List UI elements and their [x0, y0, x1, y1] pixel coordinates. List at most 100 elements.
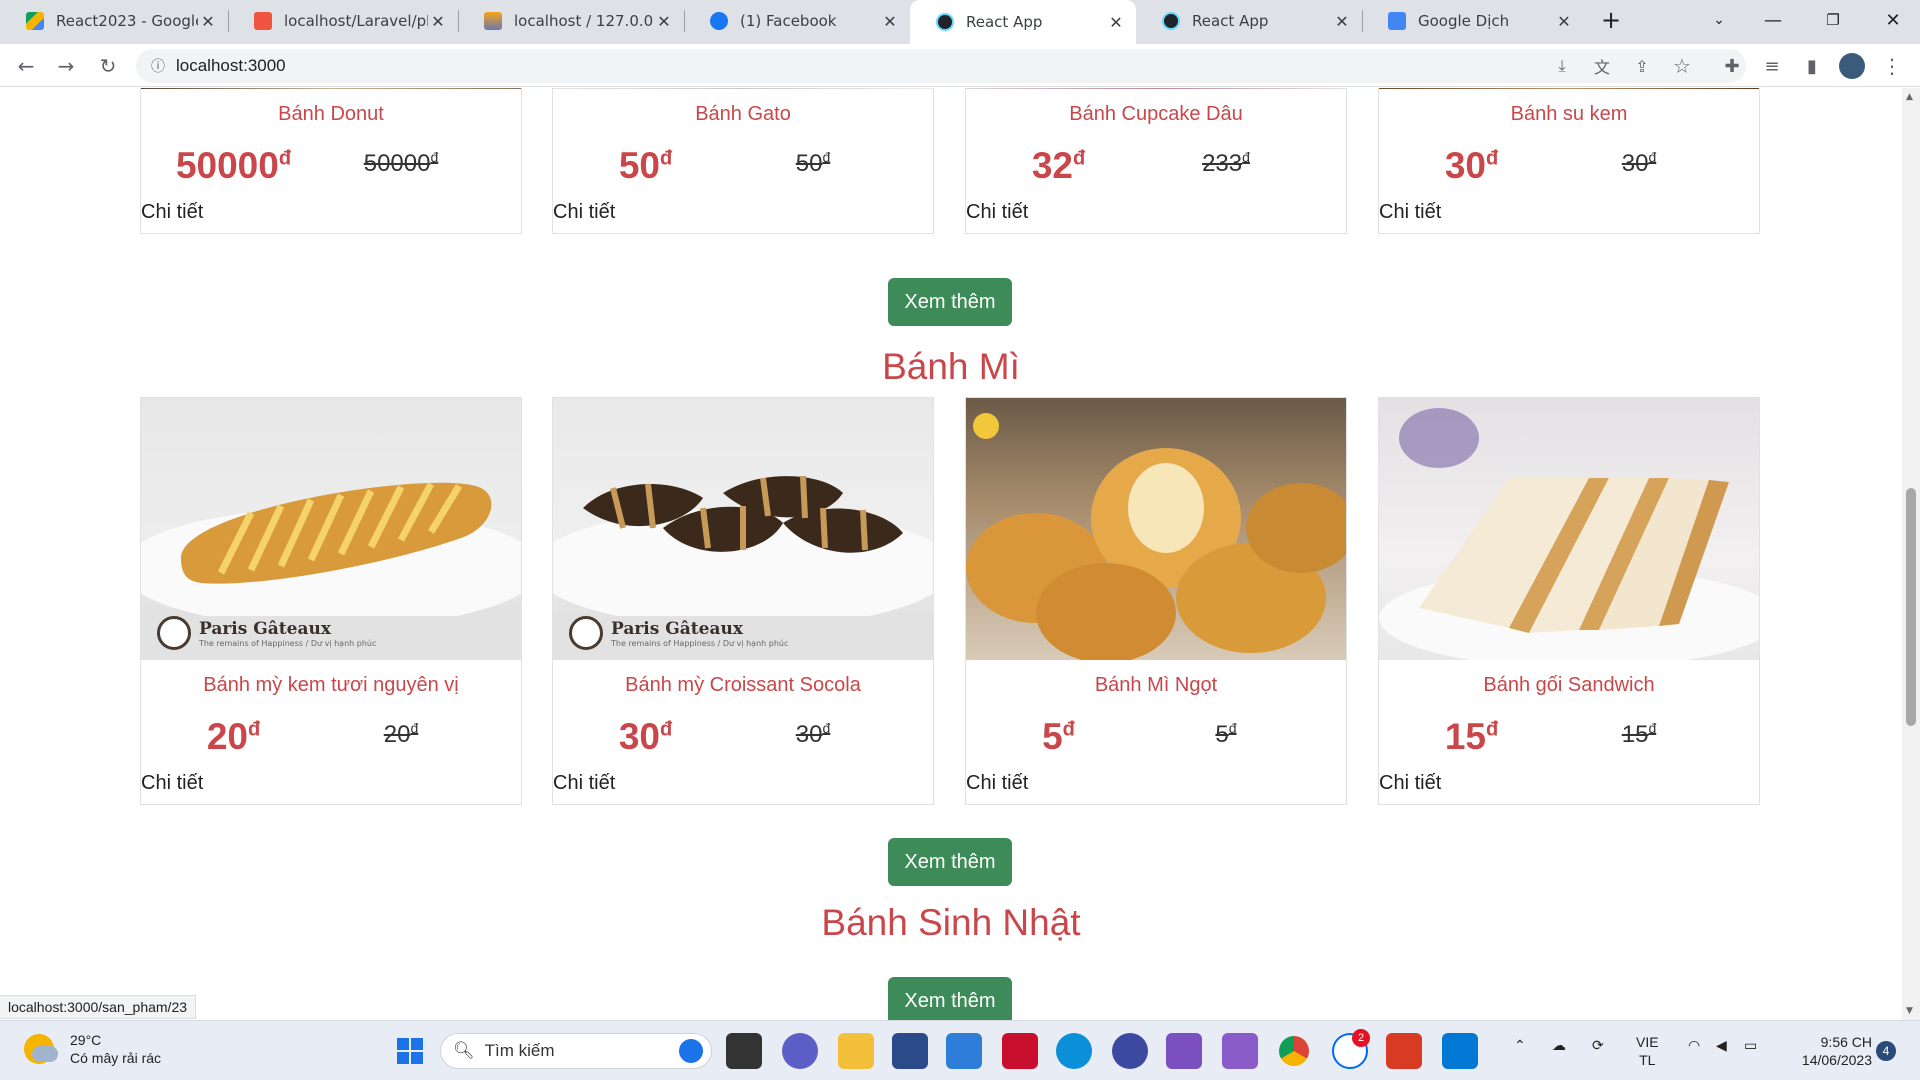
scrollbar-thumb[interactable] — [1906, 488, 1916, 726]
product-card[interactable]: Bánh gối Sandwich 15đ 15đ Chi tiết — [1378, 397, 1760, 805]
reload-icon[interactable]: ↻ — [92, 50, 124, 82]
start-windows-icon[interactable] — [392, 1033, 428, 1069]
close-icon[interactable]: ✕ — [1554, 12, 1574, 31]
bing-icon[interactable] — [679, 1039, 703, 1063]
side-panel-icon[interactable]: ▮ — [1796, 50, 1828, 82]
app-icon[interactable] — [1112, 1033, 1148, 1069]
sync-icon[interactable]: ⟳ — [1592, 1037, 1604, 1054]
detail-link[interactable]: Chi tiết — [1379, 772, 1759, 804]
detail-link[interactable]: Chi tiết — [553, 201, 933, 233]
visual-studio-icon[interactable] — [1222, 1033, 1258, 1069]
onedrive-icon[interactable]: ☁ — [1552, 1037, 1566, 1054]
tab-react-app-active[interactable]: React App ✕ — [910, 0, 1136, 44]
scroll-down-arrow-icon[interactable]: ▼ — [1906, 1006, 1913, 1016]
share-icon[interactable]: ⇪ — [1626, 50, 1658, 82]
search-icon: 🔍︎ — [453, 1041, 475, 1060]
old-price: 5đ — [1215, 720, 1237, 748]
forward-arrow-icon[interactable]: → — [50, 50, 82, 82]
site-info-icon[interactable]: ⓘ — [140, 56, 176, 76]
teams-chat-icon[interactable] — [782, 1033, 818, 1069]
close-window-icon[interactable]: ✕ — [1870, 0, 1916, 40]
clock-time: 9:56 CH — [1820, 1034, 1872, 1050]
notification-count[interactable]: 4 — [1876, 1041, 1896, 1061]
product-card[interactable]: Paris Gâteaux The remains of Happiness /… — [552, 397, 934, 805]
extensions-icon[interactable]: ✚ — [1716, 50, 1748, 82]
chrome-icon[interactable] — [1276, 1033, 1312, 1069]
wps-office-icon[interactable] — [1386, 1033, 1422, 1069]
lang-sub: TL — [1639, 1052, 1656, 1068]
install-app-icon[interactable]: ⤓ — [1546, 50, 1578, 82]
detail-link[interactable]: Chi tiết — [141, 201, 521, 233]
back-arrow-icon[interactable]: ← — [10, 50, 42, 82]
restore-icon[interactable]: ❐ — [1810, 0, 1856, 40]
product-name[interactable]: Bánh gối Sandwich — [1379, 660, 1759, 710]
close-icon[interactable]: ✕ — [198, 12, 218, 31]
clock[interactable]: 9:56 CH 14/06/2023 — [1776, 1033, 1872, 1069]
task-view-icon[interactable] — [726, 1033, 762, 1069]
app-icon[interactable] — [892, 1033, 928, 1069]
product-card[interactable]: Bánh su kem 30đ 30đ Chi tiết — [1378, 88, 1760, 234]
detail-link[interactable]: Chi tiết — [966, 772, 1346, 804]
product-name[interactable]: Bánh mỳ kem tươi nguyên vị — [141, 660, 521, 710]
address-bar[interactable]: ⓘ localhost:3000 — [136, 49, 1746, 83]
tab-phpmyadmin[interactable]: localhost / 127.0.0.1 / ✕ — [458, 0, 684, 42]
battery-icon[interactable]: ▭ — [1744, 1037, 1757, 1054]
see-more-button[interactable]: Xem thêm — [888, 977, 1012, 1020]
taskbar-search[interactable]: 🔍︎ Tìm kiếm — [440, 1033, 712, 1069]
product-name[interactable]: Bánh mỳ Croissant Socola — [553, 660, 933, 710]
tab-react2023-drive[interactable]: React2023 - Google Dr ✕ — [0, 0, 228, 42]
detail-link[interactable]: Chi tiết — [141, 772, 521, 804]
tab-react-app[interactable]: React App ✕ — [1136, 0, 1362, 42]
vscode-icon[interactable] — [1442, 1033, 1478, 1069]
new-tab-button[interactable]: + — [1588, 0, 1634, 40]
weather-widget[interactable]: 29°C Có mây rải rác — [24, 1031, 161, 1067]
language-indicator[interactable]: VIE TL — [1636, 1033, 1659, 1069]
volume-icon[interactable]: ◀ — [1716, 1037, 1727, 1054]
product-card[interactable]: Paris Gâteaux The remains of Happiness /… — [140, 397, 522, 805]
old-price: 233đ — [1202, 149, 1250, 177]
profile-avatar[interactable] — [1836, 50, 1868, 82]
media-queue-icon[interactable]: ≡ — [1756, 50, 1788, 82]
minimize-icon[interactable]: — — [1750, 0, 1796, 40]
detail-link[interactable]: Chi tiết — [553, 772, 933, 804]
see-more-button[interactable]: Xem thêm — [888, 278, 1012, 326]
bookmark-star-icon[interactable]: ☆ — [1666, 50, 1698, 82]
product-name[interactable]: Bánh Donut — [141, 89, 521, 139]
menu-kebab-icon[interactable]: ⋮ — [1876, 50, 1908, 82]
tab-laravel[interactable]: localhost/Laravel/pha ✕ — [228, 0, 458, 42]
tab-search-icon[interactable]: ⌄ — [1696, 0, 1742, 40]
product-card[interactable]: Bánh Donut 50000đ 50000đ Chi tiết — [140, 88, 522, 234]
zalo-icon[interactable]: 2 — [1332, 1029, 1370, 1069]
scroll-up-arrow-icon[interactable]: ▲ — [1906, 92, 1913, 102]
product-name[interactable]: Bánh Cupcake Dâu — [966, 89, 1346, 139]
price-row: 20đ 20đ — [141, 710, 521, 772]
file-explorer-icon[interactable] — [838, 1033, 874, 1069]
product-name[interactable]: Bánh su kem — [1379, 89, 1759, 139]
detail-link[interactable]: Chi tiết — [966, 201, 1346, 233]
tab-google-translate[interactable]: Google Dịch ✕ — [1362, 0, 1584, 42]
translate-icon[interactable]: 文 — [1586, 50, 1618, 82]
chevron-up-icon[interactable]: ⌃ — [1514, 1037, 1526, 1054]
edge-icon[interactable] — [1056, 1033, 1092, 1069]
tab-facebook[interactable]: (1) Facebook ✕ — [684, 0, 910, 42]
page-viewport: Bánh Donut 50000đ 50000đ Chi tiết Bánh G… — [0, 88, 1902, 1020]
mcafee-icon[interactable] — [1002, 1033, 1038, 1069]
microsoft-store-icon[interactable] — [946, 1033, 982, 1069]
product-name[interactable]: Bánh Gato — [553, 89, 933, 139]
close-icon[interactable]: ✕ — [654, 12, 674, 31]
close-icon[interactable]: ✕ — [880, 12, 900, 31]
page-scrollbar[interactable]: ▲ ▼ — [1902, 88, 1920, 1020]
close-icon[interactable]: ✕ — [1106, 13, 1126, 32]
product-card[interactable]: Bánh Mì Ngọt 5đ 5đ Chi tiết — [965, 397, 1347, 805]
brand-logo-icon — [157, 616, 191, 650]
url-text[interactable]: localhost:3000 — [176, 56, 286, 76]
close-icon[interactable]: ✕ — [428, 12, 448, 31]
visual-studio-icon[interactable] — [1166, 1033, 1202, 1069]
wifi-icon[interactable]: ◠ — [1688, 1037, 1700, 1054]
product-name[interactable]: Bánh Mì Ngọt — [966, 660, 1346, 710]
detail-link[interactable]: Chi tiết — [1379, 201, 1759, 233]
close-icon[interactable]: ✕ — [1332, 12, 1352, 31]
see-more-button[interactable]: Xem thêm — [888, 838, 1012, 886]
product-card[interactable]: Bánh Cupcake Dâu 32đ 233đ Chi tiết — [965, 88, 1347, 234]
product-card[interactable]: Bánh Gato 50đ 50đ Chi tiết — [552, 88, 934, 234]
